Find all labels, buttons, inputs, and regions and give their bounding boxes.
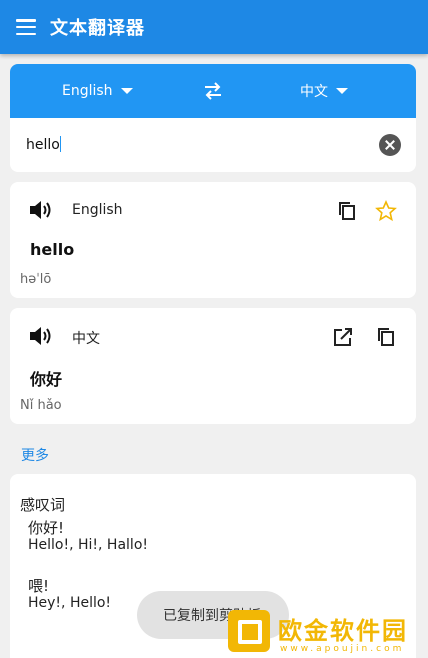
text-cursor <box>59 136 61 152</box>
hamburger-menu-icon[interactable] <box>16 19 36 35</box>
watermark-logo-icon <box>228 610 270 652</box>
copy-icon[interactable] <box>375 326 397 348</box>
definition-gloss: Hey!, Hello! <box>28 595 112 611</box>
watermark-text: 欧金软件园 <box>278 617 408 645</box>
definition-word: 你好! <box>28 519 65 537</box>
source-language-label: English <box>62 83 113 99</box>
dropdown-caret-icon <box>336 88 348 94</box>
source-phonetic: həˈlō <box>20 272 52 287</box>
language-bar: English 中文 <box>10 64 416 118</box>
input-field-container[interactable]: hello <box>10 118 416 172</box>
target-result-card: 中文 你好 Nǐ hǎo <box>10 308 416 424</box>
copy-icon[interactable] <box>336 200 358 222</box>
target-phonetic: Nǐ hǎo <box>20 398 62 413</box>
source-language-select[interactable]: English <box>62 64 133 118</box>
clear-circle-icon[interactable] <box>379 134 401 156</box>
more-link[interactable]: 更多 <box>21 445 49 465</box>
source-word: hello <box>30 240 75 259</box>
part-of-speech: 感叹词 <box>20 496 66 514</box>
definition-word: 喂! <box>28 577 50 595</box>
open-external-icon[interactable] <box>332 326 354 348</box>
dropdown-caret-icon <box>120 88 133 94</box>
definition-gloss: Hello!, Hi!, Hallo! <box>28 537 148 553</box>
star-icon[interactable] <box>375 200 397 222</box>
target-language-select[interactable]: 中文 <box>300 64 348 118</box>
app-bar: 文本翻译器 <box>0 0 428 54</box>
target-card-language: 中文 <box>72 331 100 347</box>
input-value: hello <box>26 137 60 153</box>
target-language-label: 中文 <box>300 84 328 100</box>
app-title: 文本翻译器 <box>50 18 145 39</box>
source-card-language: English <box>72 202 123 218</box>
speaker-icon[interactable] <box>28 198 54 222</box>
target-word: 你好 <box>30 370 63 389</box>
text-input[interactable]: hello <box>26 136 61 153</box>
swap-arrows-icon[interactable] <box>202 80 224 102</box>
source-result-card: English hello həˈlō <box>10 182 416 298</box>
speaker-icon[interactable] <box>28 324 54 348</box>
watermark-url: www.apoujin.com <box>280 644 405 654</box>
watermark: 欧金软件园 www.apoujin.com <box>228 606 424 656</box>
